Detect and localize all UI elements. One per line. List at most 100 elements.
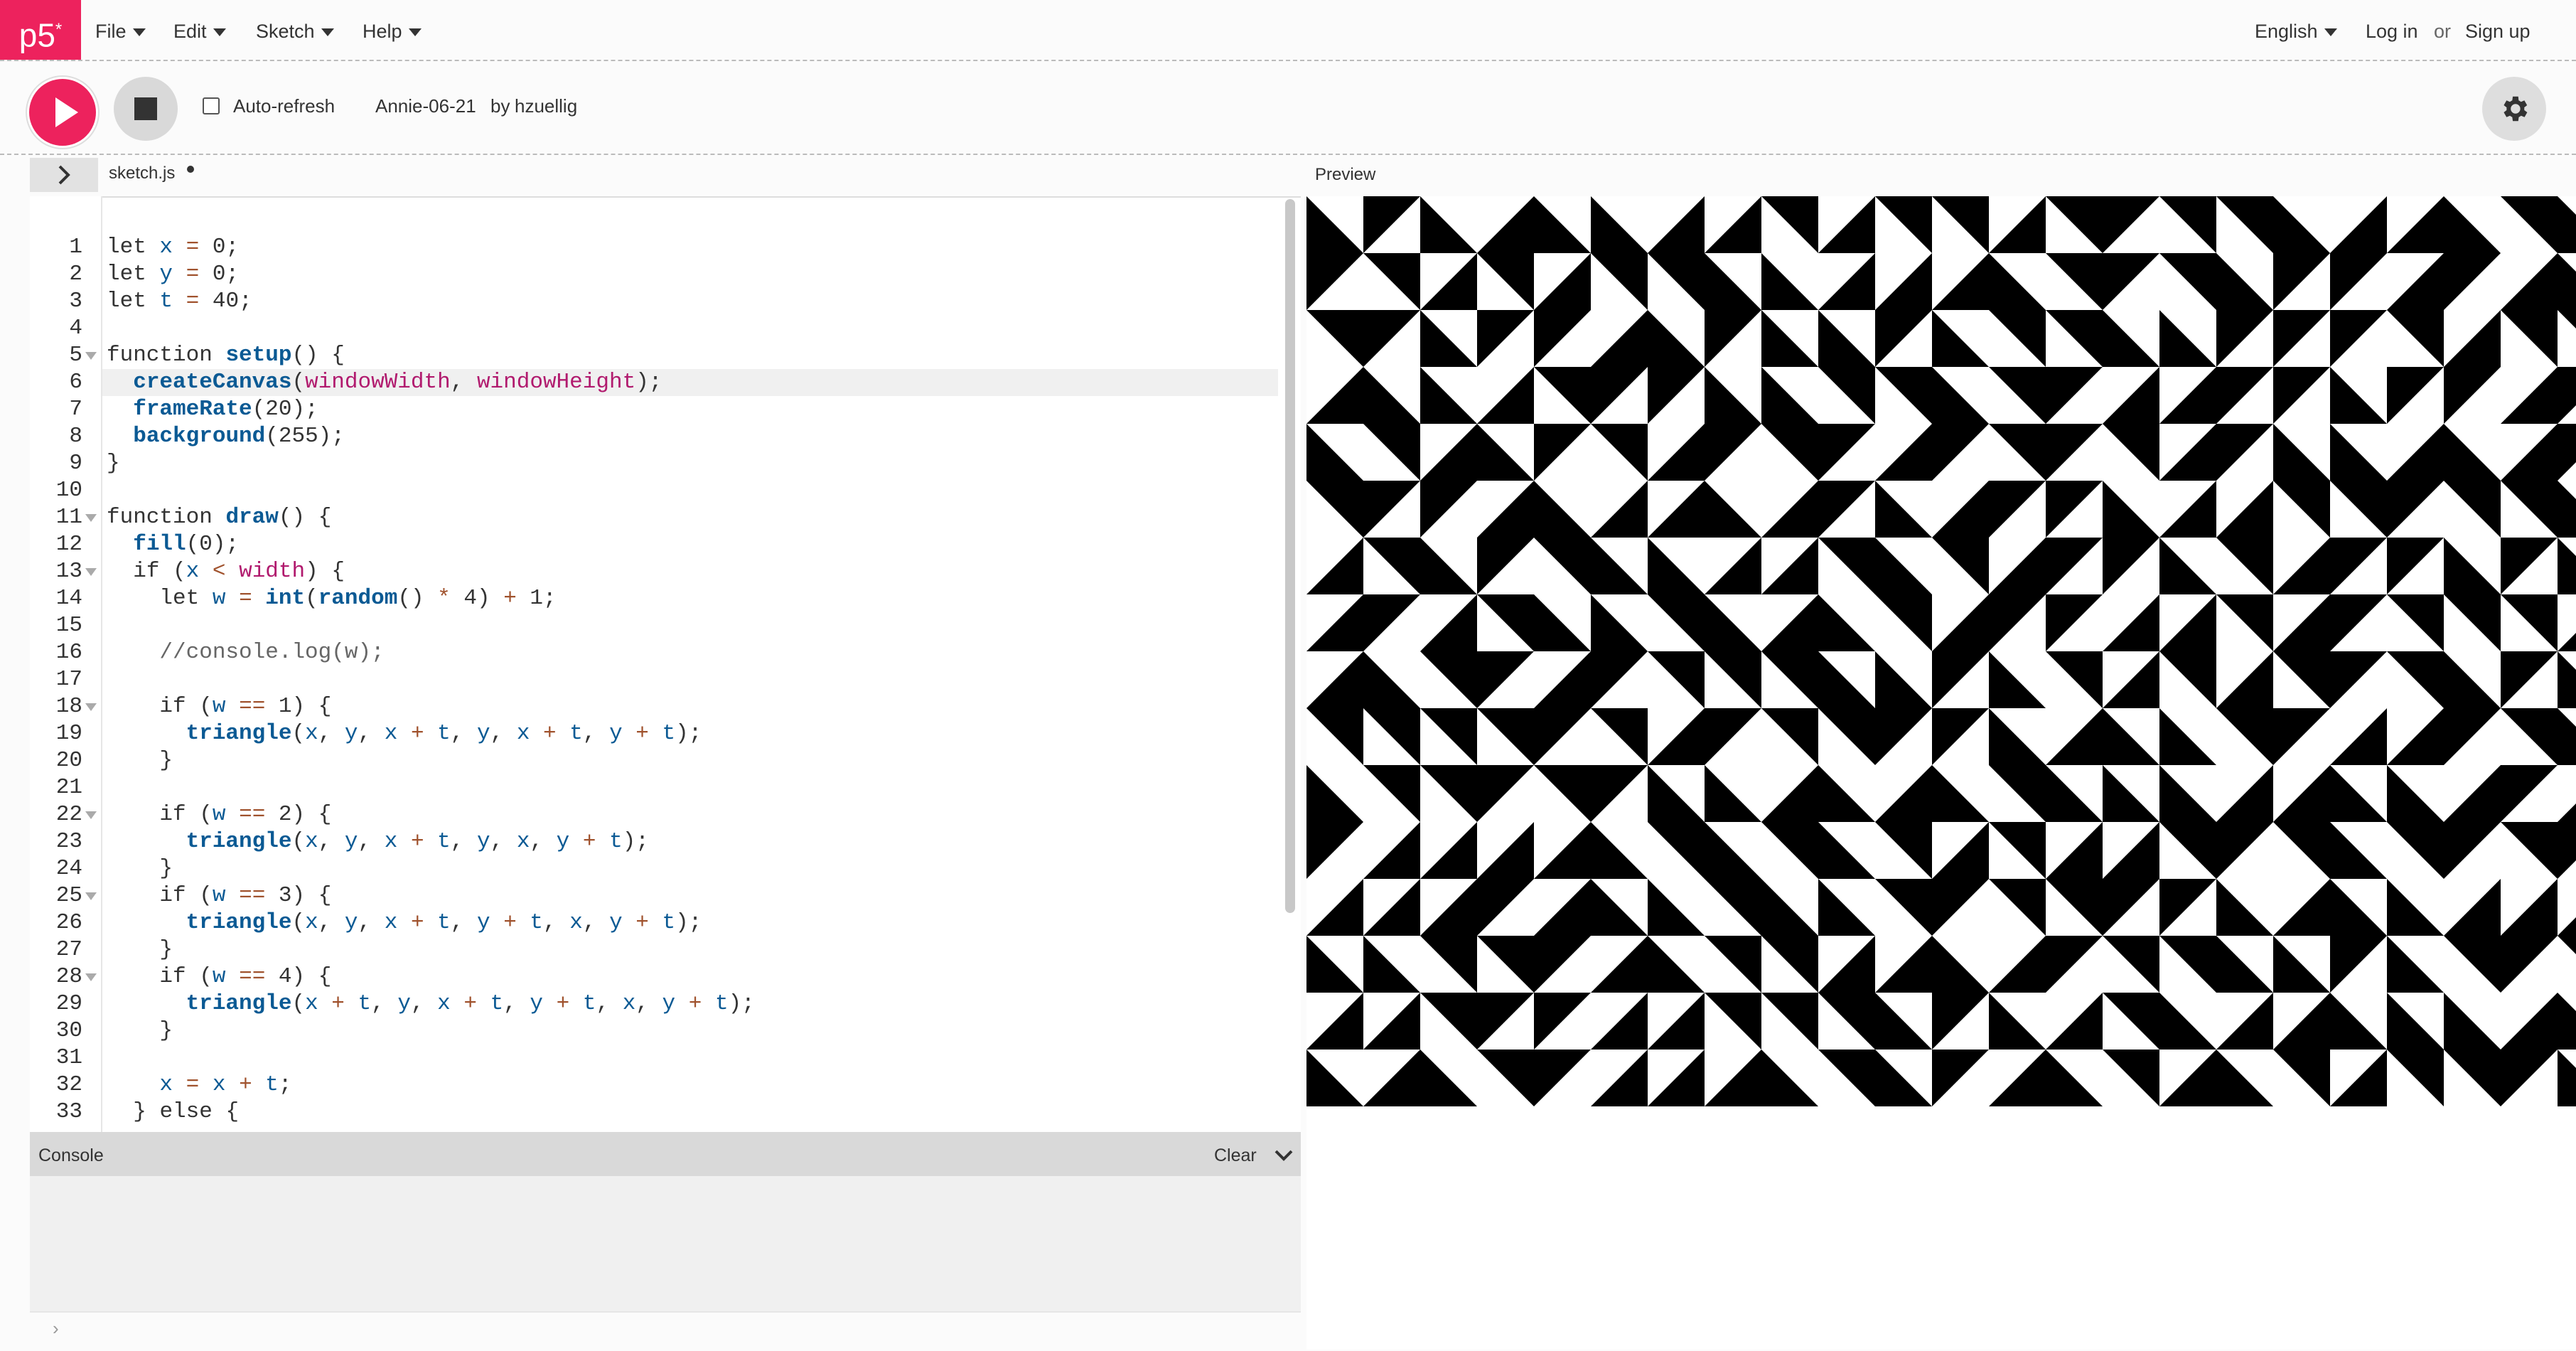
sketch-triangle <box>1761 481 1818 538</box>
sketch-triangle <box>2046 538 2103 594</box>
sketch-triangle <box>2501 1050 2558 1106</box>
sketch-triangle <box>1648 708 1705 765</box>
language-selector[interactable]: English <box>2255 0 2337 60</box>
sketch-triangle <box>1818 708 1875 765</box>
sketch-triangle <box>1875 253 1932 310</box>
sketch-triangle <box>2103 481 2159 538</box>
sketch-triangle <box>1705 765 1761 822</box>
play-button[interactable] <box>27 77 98 148</box>
sketch-triangle <box>1477 253 1534 310</box>
fold-toggle-icon[interactable] <box>85 352 97 360</box>
sketch-name[interactable]: Annie-06-21 <box>375 95 476 117</box>
stop-button[interactable] <box>114 77 178 141</box>
sketch-triangle <box>2501 196 2558 253</box>
sketch-triangle <box>1363 708 1420 765</box>
login-link[interactable]: Log in <box>2366 0 2418 60</box>
sketch-triangle <box>2444 765 2501 822</box>
or-text: or <box>2434 21 2452 42</box>
sketch-triangle <box>1477 879 1534 936</box>
sketch-triangle <box>1591 424 1648 481</box>
menu-sketch[interactable]: Sketch <box>256 0 334 60</box>
sketch-triangle <box>1932 708 1989 765</box>
sketch-triangle <box>2330 594 2387 651</box>
sketch-triangle <box>1705 708 1761 765</box>
editor-scrollbar[interactable] <box>1285 199 1295 913</box>
fold-toggle-icon[interactable] <box>85 703 97 711</box>
caret-down-icon <box>213 28 226 37</box>
code-line: x = x + t; <box>159 1072 292 1097</box>
sketch-triangle <box>1818 424 1875 481</box>
file-tab[interactable]: sketch.js <box>109 164 175 183</box>
sketch-triangle <box>1306 481 1363 538</box>
sketch-triangle <box>2330 310 2387 367</box>
sketch-triangle <box>1932 936 1989 993</box>
sketch-triangle <box>2273 424 2330 481</box>
sketch-triangle <box>1989 424 2046 481</box>
chevron-right-icon <box>58 165 70 185</box>
sketch-triangle <box>2330 481 2387 538</box>
console-clear-button[interactable]: Clear <box>1214 1146 1257 1166</box>
sketch-triangle <box>1705 424 1761 481</box>
sketch-triangle <box>1761 196 1818 253</box>
sketch-triangle <box>2103 651 2159 708</box>
code-line: let t = 40; <box>107 289 252 314</box>
menu-edit[interactable]: Edit <box>173 0 226 60</box>
sketch-triangle <box>2159 253 2216 310</box>
menu-help-label: Help <box>363 21 402 42</box>
expand-sidebar-button[interactable] <box>30 158 98 192</box>
fold-toggle-icon[interactable] <box>85 568 97 576</box>
code-line: function setup() { <box>107 343 345 368</box>
line-number: 9 <box>69 451 82 476</box>
sketch-triangle <box>1818 879 1875 936</box>
menu-sketch-label: Sketch <box>256 21 315 42</box>
sketch-triangle <box>2501 822 2558 879</box>
console-header <box>30 1132 1301 1176</box>
sketch-triangle <box>2330 993 2387 1050</box>
fold-toggle-icon[interactable] <box>85 811 97 819</box>
console-input[interactable] <box>30 1311 1301 1351</box>
sketch-triangle <box>2330 936 2387 993</box>
auto-refresh-checkbox[interactable] <box>203 97 220 114</box>
sketch-triangle <box>1818 651 1875 708</box>
sketch-triangle <box>1591 253 1648 310</box>
sketch-triangle <box>2159 594 2216 651</box>
fold-toggle-icon[interactable] <box>85 892 97 900</box>
author-link[interactable]: hzuellig <box>515 95 577 117</box>
sketch-triangle <box>1705 993 1761 1050</box>
sketch-triangle <box>1818 594 1875 651</box>
sketch-triangle <box>1477 822 1534 879</box>
sketch-triangle <box>1875 651 1932 708</box>
sketch-triangle <box>2330 822 2387 879</box>
code-line: //console.log(w); <box>107 640 385 665</box>
fold-toggle-icon[interactable] <box>85 514 97 522</box>
settings-button[interactable] <box>2482 77 2546 141</box>
sketch-triangle <box>1477 196 1534 253</box>
sketch-triangle <box>2444 253 2501 310</box>
sketch-triangle <box>2558 538 2576 594</box>
sketch-triangle <box>1989 936 2046 993</box>
line-number: 5 <box>69 343 82 368</box>
signup-link[interactable]: Sign up <box>2465 0 2531 60</box>
menu-file[interactable]: File <box>95 0 146 60</box>
sketch-triangle <box>1875 424 1932 481</box>
sketch-triangle <box>2159 993 2216 1050</box>
sketch-triangle <box>1591 367 1648 424</box>
console-collapse-button[interactable] <box>1274 1148 1294 1167</box>
sketch-triangle <box>1648 879 1705 936</box>
fold-toggle-icon[interactable] <box>85 973 97 981</box>
sketch-triangle <box>2558 196 2576 253</box>
menu-help[interactable]: Help <box>363 0 422 60</box>
sketch-canvas[interactable] <box>1306 196 2576 1114</box>
sketch-triangle <box>2273 367 2330 424</box>
auto-refresh-label[interactable]: Auto-refresh <box>233 95 335 117</box>
sketch-triangle <box>2273 196 2330 253</box>
sketch-triangle <box>1932 765 1989 822</box>
sketch-triangle <box>1875 879 1932 936</box>
sketch-triangle <box>1534 765 1591 822</box>
sketch-triangle <box>2558 367 2576 424</box>
p5-logo[interactable]: p5* <box>0 0 81 60</box>
code-line: if (w == 4) { <box>159 964 332 989</box>
sketch-triangle <box>1591 993 1648 1050</box>
sketch-triangle <box>1932 367 1989 424</box>
line-number: 18 <box>55 694 82 719</box>
